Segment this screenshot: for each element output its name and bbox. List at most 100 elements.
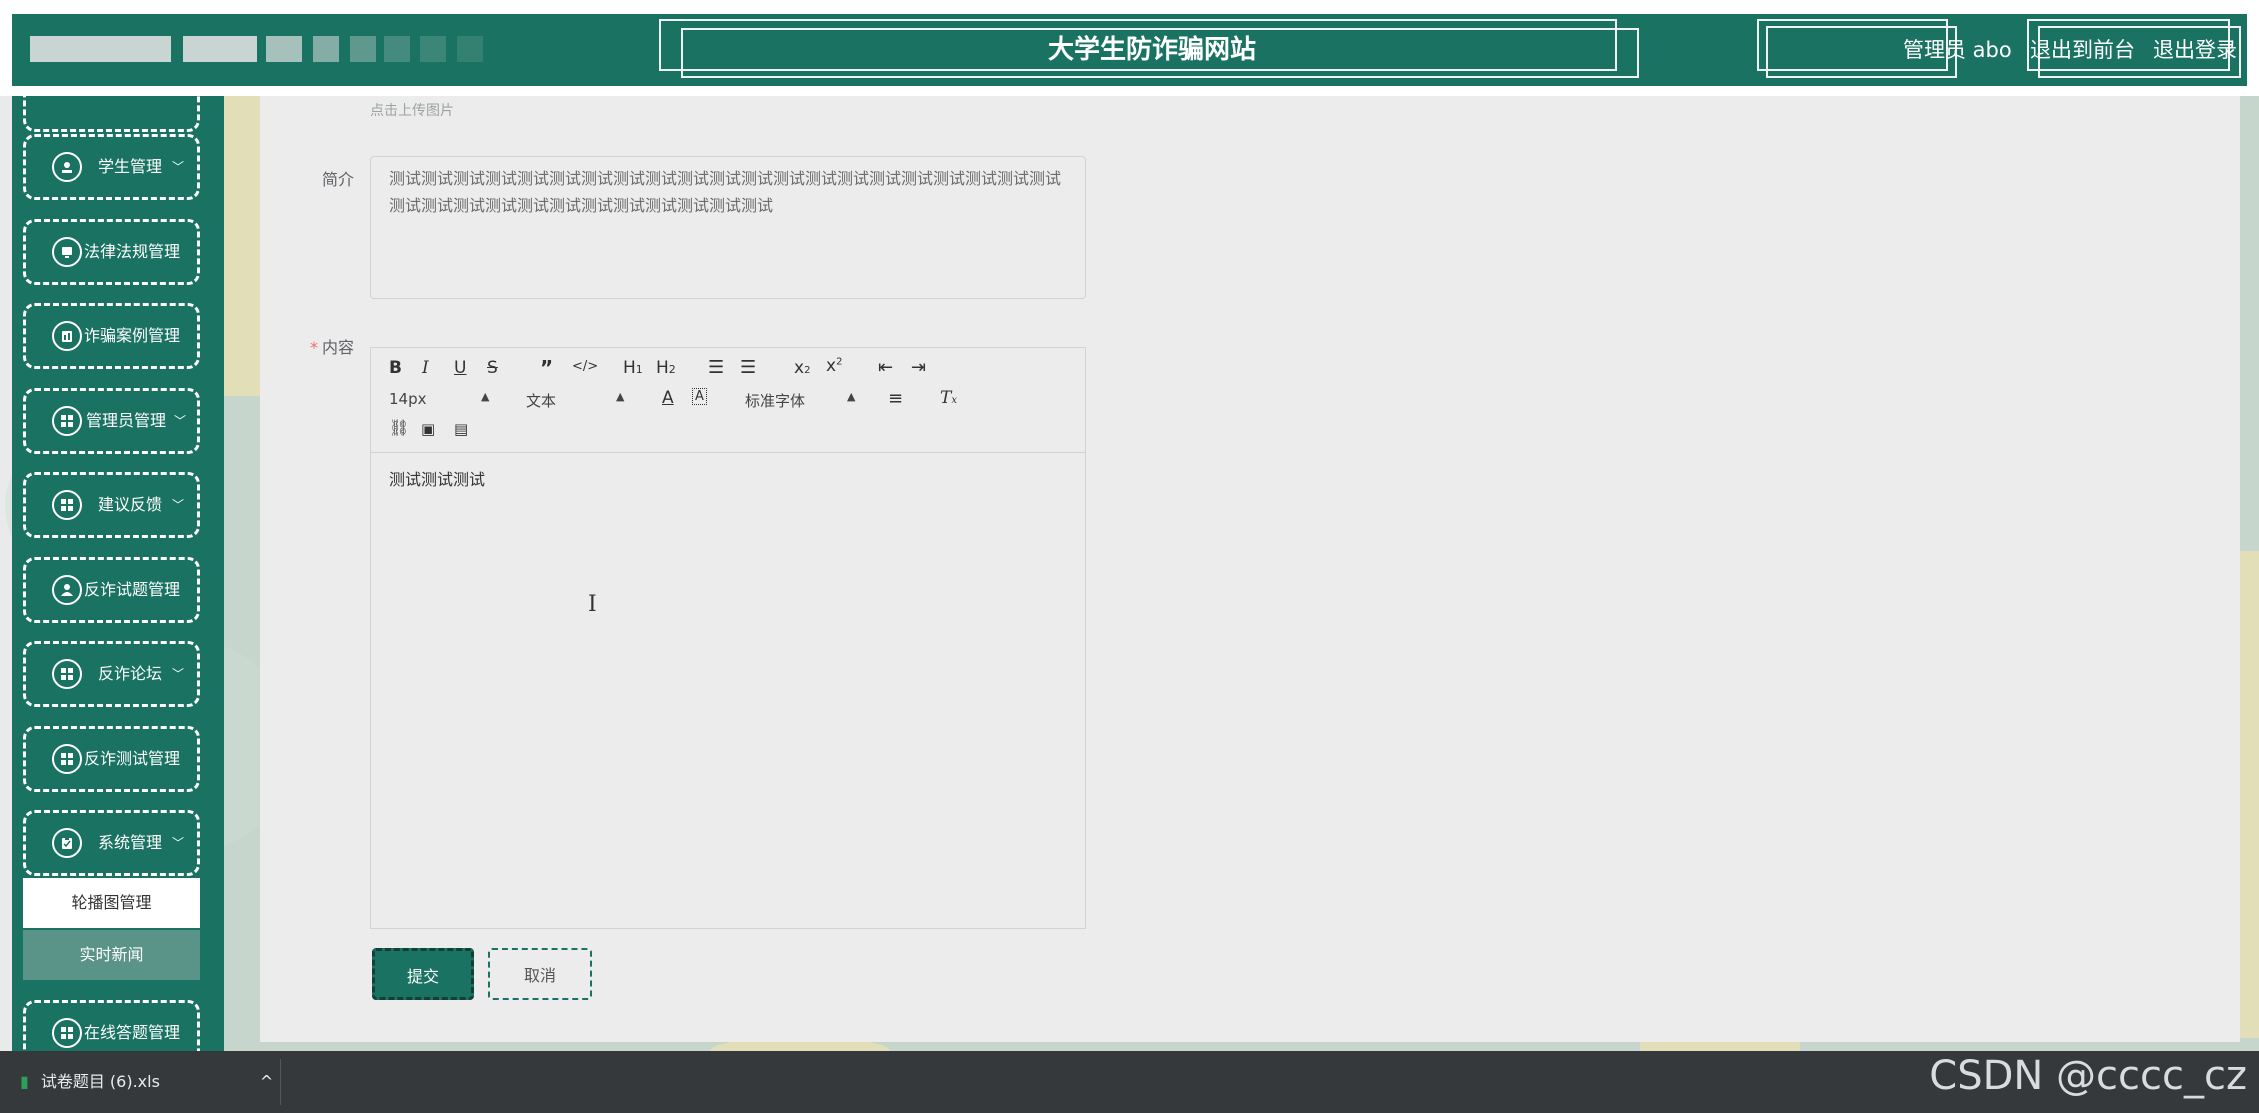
heading1-icon[interactable]: H1 bbox=[623, 358, 643, 378]
main-content: 点击上传图片 简介 测试测试测试测试测试测试测试测试测试测试测试测试测试测试测试… bbox=[260, 96, 2259, 1051]
sidebar-item-label: 管理员管理 bbox=[86, 411, 167, 430]
sidebar-item-label: 在线答题管理 bbox=[84, 1023, 181, 1042]
sidebar-item-quiz-questions[interactable]: 反诈试题管理 bbox=[23, 557, 200, 623]
indent-icon[interactable]: ⇥ bbox=[911, 357, 926, 378]
tab-placeholder-6[interactable] bbox=[384, 36, 410, 62]
person-icon bbox=[52, 575, 82, 605]
font-family-select[interactable]: 标准字体 bbox=[745, 390, 805, 411]
chevron-down-icon: ﹀ bbox=[174, 414, 187, 428]
clipboard-icon bbox=[52, 828, 82, 858]
top-bar: 大学生防诈骗网站 管理员 abo 退出到前台 退出登录 bbox=[0, 0, 2259, 96]
sidebar: 学生管理 ﹀ 法律法规管理 诈骗案例管理 管理员管理 ﹀ 建议反馈 ﹀ 反诈试题… bbox=[12, 96, 224, 1051]
grid-icon bbox=[52, 659, 82, 689]
superscript-icon[interactable]: x2 bbox=[826, 356, 842, 376]
chevron-down-icon: ﹀ bbox=[172, 498, 185, 512]
sidebar-item-label: 反诈论坛 bbox=[98, 664, 163, 683]
sidebar-item-label: 建议反馈 bbox=[98, 495, 163, 514]
intro-label: 简介 bbox=[322, 170, 355, 189]
sidebar-item-top-partial[interactable] bbox=[23, 96, 200, 132]
logout-link[interactable]: 退出登录 bbox=[2153, 14, 2237, 86]
blockquote-icon[interactable]: ” bbox=[540, 356, 553, 380]
image-icon[interactable]: ▣ bbox=[421, 420, 435, 438]
tab-placeholder-7[interactable] bbox=[420, 36, 446, 62]
align-icon[interactable]: ≡ bbox=[888, 388, 903, 409]
bold-icon[interactable]: B bbox=[389, 358, 402, 378]
tab-placeholder-5[interactable] bbox=[350, 36, 376, 62]
sidebar-item-students[interactable]: 学生管理 ﹀ bbox=[23, 134, 200, 200]
header-bar: 大学生防诈骗网站 管理员 abo 退出到前台 退出登录 bbox=[12, 14, 2247, 86]
grid-icon bbox=[52, 490, 82, 520]
strikethrough-icon[interactable]: S bbox=[487, 358, 498, 378]
clear-format-icon[interactable]: Tx bbox=[940, 388, 957, 408]
submenu-item-carousel[interactable]: 轮播图管理 bbox=[23, 878, 200, 928]
sidebar-item-label: 反诈测试管理 bbox=[84, 749, 181, 768]
download-item[interactable]: ▮ 试卷题目 (6).xls ^ bbox=[20, 1051, 273, 1113]
outdent-icon[interactable]: ⇤ bbox=[878, 357, 893, 378]
editor-toolbar: B I U S ” </> H1 H2 ☰ ☰ x2 x2 ⇤ ⇥ 14px ▲ bbox=[371, 348, 1085, 453]
text-style-select[interactable]: 文本 bbox=[526, 390, 556, 411]
tab-placeholder-4[interactable] bbox=[313, 36, 339, 62]
back-to-front-link[interactable]: 退出到前台 bbox=[2030, 14, 2135, 86]
link-icon[interactable]: ⛓ bbox=[389, 418, 409, 437]
download-file-name: 试卷题目 (6).xls bbox=[40, 1072, 160, 1091]
grid-icon bbox=[52, 744, 82, 774]
select-arrows-icon[interactable]: ▲ bbox=[616, 390, 624, 403]
sidebar-item-label: 反诈试题管理 bbox=[84, 580, 181, 599]
tab-placeholder-1[interactable] bbox=[30, 36, 171, 62]
sidebar-item-fraud-cases[interactable]: 诈骗案例管理 bbox=[23, 303, 200, 369]
upload-hint[interactable]: 点击上传图片 bbox=[370, 100, 454, 120]
watermark: CSDN @cccc_cz bbox=[1929, 1053, 2247, 1099]
submit-button[interactable]: 提交 bbox=[372, 948, 474, 1000]
text-cursor-icon: I bbox=[588, 592, 597, 617]
select-arrows-icon[interactable]: ▲ bbox=[481, 390, 489, 403]
required-marker: * bbox=[310, 338, 318, 357]
grid-icon bbox=[52, 406, 82, 436]
grid-icon bbox=[52, 1018, 82, 1048]
chevron-up-icon[interactable]: ^ bbox=[260, 1072, 273, 1091]
heading2-icon[interactable]: H2 bbox=[656, 358, 676, 378]
submenu-item-news[interactable]: 实时新闻 bbox=[23, 930, 200, 980]
italic-icon[interactable]: I bbox=[422, 358, 429, 378]
monitor-icon bbox=[52, 237, 82, 267]
sidebar-item-feedback[interactable]: 建议反馈 ﹀ bbox=[23, 472, 200, 538]
app-window: 大学生防诈骗网站 管理员 abo 退出到前台 退出登录 学生管理 ﹀ 法律法规管… bbox=[0, 0, 2259, 1113]
background-color-icon[interactable]: A bbox=[692, 388, 707, 405]
sidebar-item-label: 学生管理 bbox=[98, 157, 163, 176]
chevron-down-icon: ﹀ bbox=[172, 160, 185, 174]
edit-form: 点击上传图片 简介 测试测试测试测试测试测试测试测试测试测试测试测试测试测试测试… bbox=[260, 96, 2240, 1042]
cancel-button[interactable]: 取消 bbox=[488, 948, 592, 1000]
user-circle-icon bbox=[52, 152, 82, 182]
content-label-text: 内容 bbox=[322, 338, 355, 357]
font-color-icon[interactable]: A bbox=[662, 388, 674, 408]
sidebar-item-laws[interactable]: 法律法规管理 bbox=[23, 219, 200, 285]
sidebar-item-label: 法律法规管理 bbox=[84, 242, 181, 261]
sidebar-item-forum[interactable]: 反诈论坛 ﹀ bbox=[23, 641, 200, 707]
divider bbox=[280, 1059, 281, 1105]
bullet-list-icon[interactable]: ☰ bbox=[740, 357, 756, 378]
underline-icon[interactable]: U bbox=[454, 358, 466, 378]
code-block-icon[interactable]: </> bbox=[572, 359, 598, 374]
sidebar-item-admins[interactable]: 管理员管理 ﹀ bbox=[23, 388, 200, 454]
video-icon[interactable]: ▤ bbox=[454, 420, 468, 438]
select-arrows-icon[interactable]: ▲ bbox=[847, 390, 855, 403]
font-size-select[interactable]: 14px bbox=[389, 390, 427, 408]
tab-placeholder-8[interactable] bbox=[457, 36, 483, 62]
sidebar-item-label: 诈骗案例管理 bbox=[84, 326, 181, 345]
site-title: 大学生防诈骗网站 bbox=[1047, 35, 1256, 65]
admin-username: 管理员 abo bbox=[1903, 38, 2012, 62]
tab-placeholder-2[interactable] bbox=[183, 36, 257, 62]
sidebar-item-label: 系统管理 bbox=[98, 833, 163, 852]
download-bar: ▮ 试卷题目 (6).xls ^ CSDN @cccc_cz bbox=[0, 1051, 2259, 1113]
sidebar-item-online-quiz[interactable]: 在线答题管理 bbox=[23, 1000, 200, 1051]
content-label: * 内容 bbox=[310, 334, 354, 358]
intro-textarea[interactable]: 测试测试测试测试测试测试测试测试测试测试测试测试测试测试测试测试测试测试测试测试… bbox=[370, 156, 1086, 299]
tab-placeholder-3[interactable] bbox=[266, 36, 302, 62]
spreadsheet-icon: ▮ bbox=[20, 1072, 29, 1091]
ordered-list-icon[interactable]: ☰ bbox=[708, 357, 724, 378]
editor-content[interactable]: 测试测试测试 bbox=[389, 466, 485, 490]
subscript-icon[interactable]: x2 bbox=[794, 358, 810, 378]
chevron-up-icon: ﹀ bbox=[172, 836, 185, 850]
sidebar-item-tests[interactable]: 反诈测试管理 bbox=[23, 726, 200, 792]
chevron-down-icon: ﹀ bbox=[172, 667, 185, 681]
sidebar-item-system[interactable]: 系统管理 ﹀ bbox=[23, 810, 200, 876]
